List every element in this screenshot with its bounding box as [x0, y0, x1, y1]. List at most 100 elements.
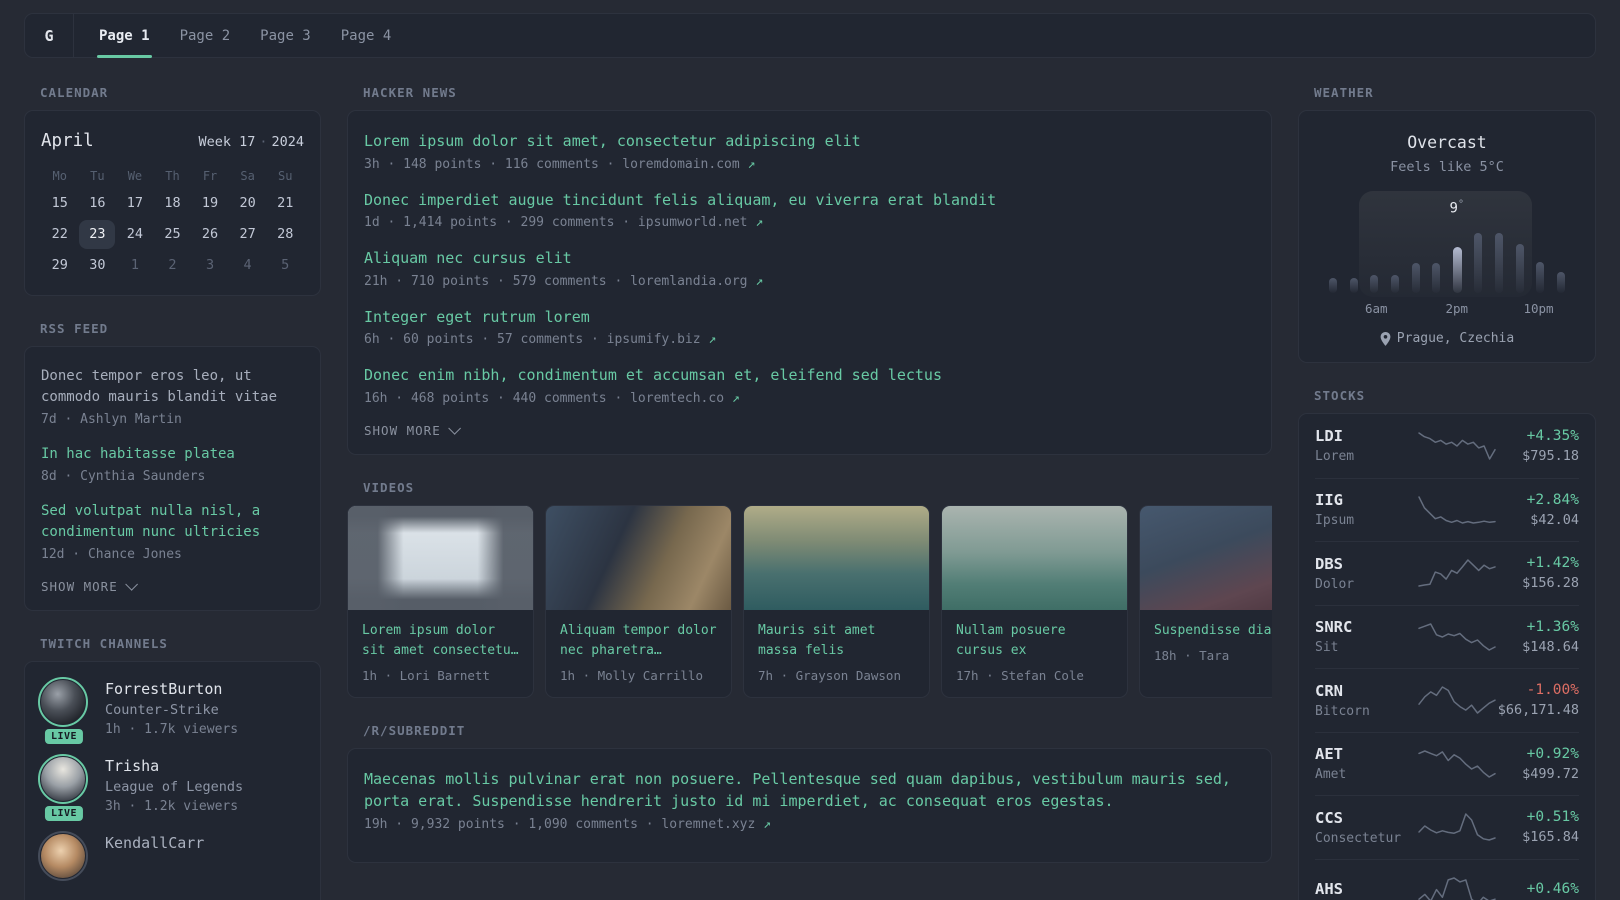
- stock-row[interactable]: CCS Consectetur +0.51% $165.84: [1315, 795, 1579, 859]
- external-link-icon[interactable]: ↗: [748, 157, 756, 172]
- temperature-bar: [1370, 275, 1379, 293]
- calendar-month: April: [41, 131, 94, 151]
- dashboard-page: G Page 1 Page 2 Page 3 Page 4 CALENDAR A…: [0, 0, 1620, 900]
- weather-location: Prague, Czechia: [1315, 331, 1579, 346]
- rss-item: In hac habitasse platea 8d · Cynthia Sau…: [41, 444, 304, 484]
- rss-meta: 7d · Ashlyn Martin: [41, 412, 182, 427]
- tab-page-3[interactable]: Page 3: [258, 14, 313, 57]
- calendar-day: 28: [277, 226, 294, 242]
- stock-name: Amet: [1315, 767, 1347, 783]
- hn-link[interactable]: Donec enim nibh, condimentum et accumsan…: [364, 364, 1255, 387]
- stock-sparkline: [1418, 496, 1496, 524]
- external-link-icon[interactable]: ↗: [732, 391, 740, 406]
- calendar-day-selected: 23: [79, 219, 117, 250]
- video-card[interactable]: Suspendisse diam 18h · Tara: [1139, 504, 1272, 698]
- twitch-channel[interactable]: LIVE Trisha League of Legends 3h · 1.2k …: [38, 754, 304, 821]
- channel-game: Counter-Strike: [105, 702, 219, 718]
- channel-viewers: 3h · 1.2k viewers: [105, 799, 239, 814]
- video-title: Mauris sit amet massa felis: [758, 622, 876, 658]
- calendar-day: 22: [51, 226, 68, 242]
- stock-row[interactable]: DBS Dolor +1.42% $156.28: [1315, 541, 1579, 605]
- subreddit-widget: /R/SUBREDDIT Maecenas mollis pulvinar er…: [347, 723, 1272, 863]
- calendar-dow: Sa: [240, 169, 255, 183]
- calendar-widget: CALENDAR April Week 17 · 2024 Mo Tu We Th …: [24, 85, 321, 296]
- tab-page-1[interactable]: Page 1: [97, 14, 152, 58]
- channel-name: KendallCarr: [105, 834, 205, 852]
- peak-temperature-label: 9°: [1449, 199, 1464, 217]
- reddit-post-link[interactable]: Maecenas mollis pulvinar erat non posuer…: [364, 768, 1255, 813]
- video-thumbnail: [942, 505, 1127, 610]
- stock-change: +2.84%: [1526, 491, 1579, 508]
- calendar-day-next-month: 4: [243, 257, 252, 273]
- tab-page-4[interactable]: Page 4: [339, 14, 394, 57]
- stock-row[interactable]: LDI Lorem +4.35% $795.18: [1315, 414, 1579, 478]
- video-card[interactable]: Lorem ipsum dolor sit amet consectetu… 1…: [347, 504, 534, 698]
- external-link-icon[interactable]: ↗: [755, 274, 763, 289]
- hackernews-section-title: HACKER NEWS: [363, 85, 457, 100]
- hn-item: Integer eget rutrum lorem 6h · 60 points…: [364, 306, 1255, 348]
- tab-page-2[interactable]: Page 2: [178, 14, 233, 57]
- video-title: Aliquam tempor dolor nec pharetra…: [560, 622, 717, 658]
- stocks-widget: STOCKS LDI Lorem +4.35% $795.18 IIG Ipsu…: [1298, 388, 1596, 900]
- temperature-bar: [1452, 247, 1462, 293]
- video-card[interactable]: Nullam posuere cursus ex 17h · Stefan Co…: [941, 504, 1128, 698]
- video-title: Suspendisse diam: [1154, 622, 1272, 638]
- video-card[interactable]: Mauris sit amet massa felis 7h · Grayson…: [743, 504, 930, 698]
- hn-meta: 1d · 1,414 points · 299 comments · ipsum…: [364, 215, 764, 230]
- rss-section-title: RSS FEED: [40, 321, 109, 336]
- chevron-down-icon: [447, 421, 461, 435]
- stock-row[interactable]: AHS +0.46%: [1315, 858, 1579, 900]
- rss-link[interactable]: Donec tempor eros leo, ut commodo mauris…: [41, 366, 304, 408]
- hn-link[interactable]: Integer eget rutrum lorem: [364, 306, 1255, 329]
- hn-link[interactable]: Donec imperdiet augue tincidunt felis al…: [364, 189, 1255, 212]
- hn-item: Donec enim nibh, condimentum et accumsan…: [364, 364, 1255, 406]
- stock-name: Sit: [1315, 640, 1339, 656]
- live-badge: LIVE: [44, 729, 84, 744]
- stock-row[interactable]: SNRC Sit +1.36% $148.64: [1315, 604, 1579, 669]
- calendar-day: 25: [164, 226, 181, 242]
- stock-row[interactable]: CRN Bitcorn -1.00% $66,171.48: [1315, 668, 1579, 732]
- temperature-bar: [1329, 278, 1337, 293]
- temperature-bar: [1474, 233, 1483, 293]
- video-meta: 7h · Grayson Dawson: [758, 667, 901, 683]
- rss-link[interactable]: Sed volutpat nulla nisl, a condimentum n…: [41, 501, 304, 543]
- hn-link[interactable]: Lorem ipsum dolor sit amet, consectetur …: [364, 130, 1255, 153]
- calendar-day: 16: [89, 195, 106, 211]
- stock-change: +1.36%: [1526, 618, 1579, 635]
- top-nav: G Page 1 Page 2 Page 3 Page 4: [24, 13, 1596, 58]
- hn-meta: 21h · 710 points · 579 comments · loreml…: [364, 273, 764, 289]
- stock-price: $42.04: [1530, 511, 1579, 528]
- stock-symbol: CRN: [1315, 681, 1343, 700]
- stock-price: $795.18: [1522, 447, 1579, 464]
- stock-symbol: IIG: [1315, 491, 1343, 510]
- external-link-icon[interactable]: ↗: [708, 332, 716, 347]
- calendar-day-next-month: 2: [168, 257, 177, 273]
- external-link-icon[interactable]: ↗: [763, 817, 771, 832]
- twitch-channel[interactable]: KendallCarr: [38, 831, 304, 881]
- stock-price: $499.72: [1522, 765, 1579, 782]
- stock-row[interactable]: IIG Ipsum +2.84% $42.04: [1315, 477, 1579, 542]
- external-link-icon[interactable]: ↗: [755, 215, 763, 230]
- reddit-post: Maecenas mollis pulvinar erat non posuer…: [364, 768, 1255, 832]
- stock-symbol: CCS: [1315, 808, 1343, 827]
- video-card[interactable]: Aliquam tempor dolor nec pharetra… 1h · …: [545, 504, 732, 698]
- stock-sparkline: [1418, 750, 1496, 778]
- hn-meta: 16h · 468 points · 440 comments · loremt…: [364, 390, 740, 406]
- rss-show-more-button[interactable]: SHOW MORE: [41, 578, 304, 594]
- stock-sparkline: [1418, 877, 1496, 900]
- calendar-day: 21: [277, 195, 294, 211]
- video-meta: 1h · Lori Barnett: [362, 667, 490, 683]
- live-badge: LIVE: [44, 806, 84, 821]
- app-logo[interactable]: G: [25, 14, 73, 57]
- video-thumbnail: [744, 505, 929, 610]
- rss-link[interactable]: In hac habitasse platea: [41, 444, 304, 465]
- weather-hourly-chart: 9°: [1325, 191, 1569, 297]
- rss-item: Donec tempor eros leo, ut commodo mauris…: [41, 366, 304, 427]
- hn-link[interactable]: Aliquam nec cursus elit: [364, 247, 1255, 270]
- temperature-bar: [1556, 272, 1565, 293]
- stock-name: Dolor: [1315, 576, 1355, 592]
- hn-show-more-button[interactable]: SHOW MORE: [364, 421, 1255, 438]
- calendar-dow: Mo: [52, 169, 67, 183]
- stock-row[interactable]: AET Amet +0.92% $499.72: [1315, 731, 1579, 796]
- twitch-channel[interactable]: LIVE ForrestBurton Counter-Strike 1h · 1…: [38, 677, 304, 744]
